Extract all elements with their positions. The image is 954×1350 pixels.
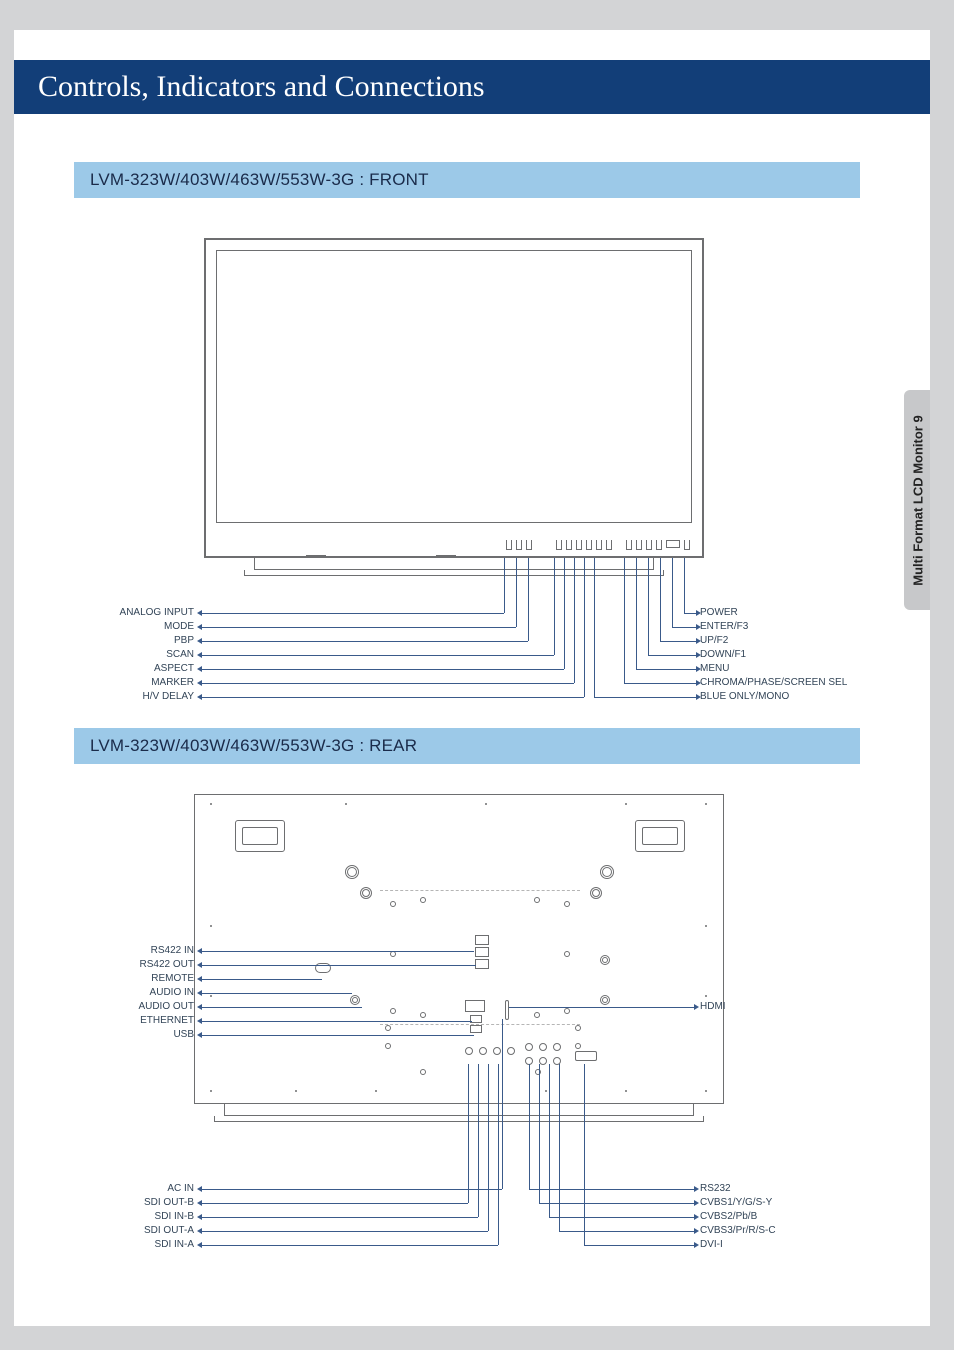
section-heading-rear: LVM-323W/403W/463W/553W-3G : REAR <box>74 728 860 764</box>
front-right-labels: POWER ENTER/F3 UP/F2 DOWN/F1 MENU CHROMA… <box>700 606 860 704</box>
side-tab-label: Multi Format LCD Monitor <box>911 426 926 586</box>
front-left-labels: ANALOG INPUT MODE PBP SCAN ASPECT MARKER… <box>74 606 194 704</box>
rear-right-upper-labels: HDMI <box>700 1000 860 1014</box>
side-tab-page: 9 <box>911 415 926 422</box>
monitor-front-outline <box>204 238 704 558</box>
rear-left-upper-labels: RS422 IN RS422 OUT REMOTE AUDIO IN AUDIO… <box>74 944 194 1042</box>
section-heading-front: LVM-323W/403W/463W/553W-3G : FRONT <box>74 162 860 198</box>
front-diagram: ANALOG INPUT MODE PBP SCAN ASPECT MARKER… <box>74 218 860 708</box>
side-tab: Multi Format LCD Monitor 9 <box>904 390 930 610</box>
rear-diagram: RS422 IN RS422 OUT REMOTE AUDIO IN AUDIO… <box>74 784 860 1264</box>
rear-left-lower-labels: AC IN SDI OUT-B SDI IN-B SDI OUT-A SDI I… <box>74 1182 194 1252</box>
page-title: Controls, Indicators and Connections <box>14 60 930 114</box>
monitor-rear-outline <box>194 794 724 1104</box>
rear-right-lower-labels: RS232 CVBS1/Y/G/S-Y CVBS2/Pb/B CVBS3/Pr/… <box>700 1182 860 1252</box>
